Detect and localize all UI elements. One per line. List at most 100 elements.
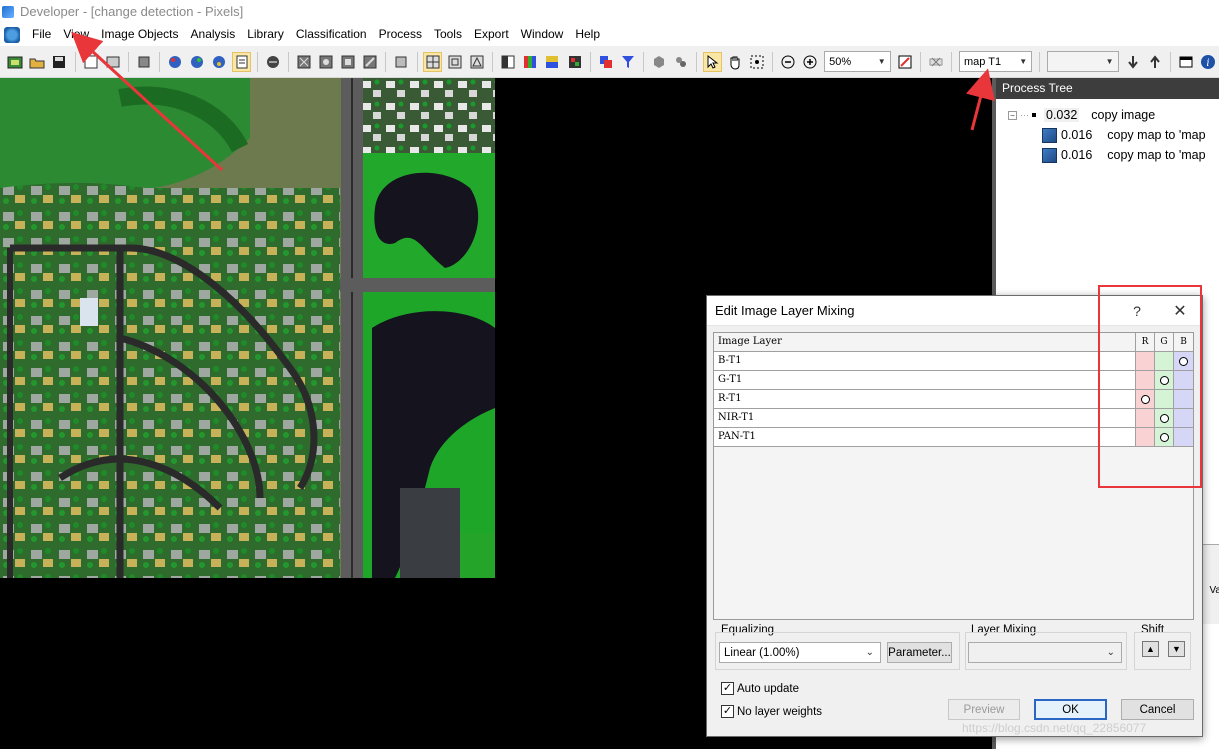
checkmark-icon: ✓ <box>721 705 734 718</box>
polygon-view-icon[interactable] <box>467 52 486 72</box>
view-layer-1-icon[interactable] <box>294 52 313 72</box>
tree-node-child[interactable]: 0.016 copy map to 'map <box>996 145 1219 165</box>
toolbar-separator <box>1039 51 1041 72</box>
arrow-up-icon[interactable] <box>1145 52 1164 72</box>
shift-up-button[interactable]: ▲ <box>1142 641 1159 657</box>
tree-node-time: 0.032 <box>1044 108 1080 122</box>
secondary-select[interactable]: ▼ <box>1047 51 1119 72</box>
tree-node-time: 0.016 <box>1061 148 1093 162</box>
cube-icon[interactable] <box>649 52 668 72</box>
tree-node-child[interactable]: 0.016 copy map to 'map <box>996 125 1219 145</box>
menu-classification[interactable]: Classification <box>290 23 373 46</box>
menu-image-objects[interactable]: Image Objects <box>95 23 184 46</box>
filter-icon[interactable] <box>618 52 637 72</box>
toolbar-separator <box>492 51 494 72</box>
tree-node-label: copy map to 'map <box>1107 148 1206 162</box>
object-view-icon[interactable] <box>445 52 464 72</box>
arrow-down-icon[interactable] <box>1123 52 1142 72</box>
auto-update-label: Auto update <box>737 682 800 695</box>
toolbar-separator <box>127 51 129 72</box>
toolbar: 50% ▼ map T1 ▼ ▼ i <box>0 46 1219 78</box>
tree-node-label: copy map to 'map <box>1107 128 1206 142</box>
swatch-icon[interactable] <box>596 52 615 72</box>
layer-name: G-T1 <box>714 371 1136 389</box>
new-image-icon[interactable] <box>81 52 100 72</box>
window-icon[interactable] <box>1176 52 1195 72</box>
pixel-view-icon[interactable] <box>423 51 443 72</box>
toolbar-separator <box>385 51 387 72</box>
zoom-out-icon[interactable] <box>778 52 797 72</box>
save-project-icon[interactable] <box>50 52 69 72</box>
single-layer-icon[interactable] <box>499 52 518 72</box>
cluster-icon[interactable] <box>672 52 691 72</box>
tree-node-root[interactable]: − ··· 0.032 copy image <box>996 105 1219 125</box>
classify-1-icon[interactable] <box>165 52 184 72</box>
view-layer-3-icon[interactable] <box>339 52 358 72</box>
satellite-image <box>0 78 495 578</box>
svg-text:i: i <box>1206 58 1209 69</box>
layer-name: PAN-T1 <box>714 428 1136 446</box>
layer-name: R-T1 <box>714 390 1136 408</box>
toolbar-separator <box>643 51 644 72</box>
map-select-value: map T1 <box>963 55 1002 68</box>
zoom-area-icon[interactable] <box>747 52 766 72</box>
view-layer-2-icon[interactable] <box>316 52 335 72</box>
object-info-icon[interactable] <box>231 51 252 72</box>
menu-analysis[interactable]: Analysis <box>185 23 242 46</box>
annotation-highlight-box <box>1098 285 1202 488</box>
equalizing-select[interactable]: Linear (1.00%) ⌄ <box>719 642 881 663</box>
toolbar-separator <box>74 51 76 72</box>
system-menu-icon[interactable] <box>4 26 20 43</box>
toolbar-separator <box>589 51 591 72</box>
shift-down-button[interactable]: ▼ <box>1168 641 1185 657</box>
info-icon[interactable]: i <box>1198 52 1217 72</box>
menu-export[interactable]: Export <box>468 23 515 46</box>
toolbar-separator <box>951 51 952 72</box>
menu-file[interactable]: File <box>26 23 57 46</box>
delete-map-icon[interactable] <box>926 52 945 72</box>
checkmark-icon: ✓ <box>721 682 734 695</box>
image-layer-mixing-icon[interactable] <box>565 52 584 72</box>
zoom-select[interactable]: 50% ▼ <box>824 51 891 72</box>
open-project-icon[interactable] <box>28 52 47 72</box>
outline-icon[interactable] <box>392 52 411 72</box>
zoom-in-icon[interactable] <box>801 52 820 72</box>
cancel-button[interactable]: Cancel <box>1121 699 1194 720</box>
ok-button[interactable]: OK <box>1034 699 1107 720</box>
layer-mixing-select[interactable]: ⌄ <box>968 642 1122 663</box>
menu-view[interactable]: View <box>57 23 95 46</box>
new-project-icon[interactable] <box>6 52 25 72</box>
preview-button[interactable]: Preview <box>948 699 1020 720</box>
auto-update-checkbox[interactable]: ✓ Auto update <box>721 682 799 695</box>
collapse-icon[interactable]: − <box>1008 110 1017 120</box>
view-layer-4-icon[interactable] <box>361 52 380 72</box>
open-image-icon[interactable] <box>103 52 122 72</box>
menu-window[interactable]: Window <box>515 23 570 46</box>
menu-library[interactable]: Library <box>241 23 290 46</box>
zoom-to-window-icon[interactable] <box>895 52 914 72</box>
app-icon <box>2 5 14 18</box>
classify-2-icon[interactable] <box>188 52 207 72</box>
globe-icon[interactable] <box>263 52 282 72</box>
window-title: Developer - [change detection - Pixels] <box>20 4 244 19</box>
thematic-layer-icon[interactable] <box>543 52 562 72</box>
parameter-button[interactable]: Parameter... <box>887 642 952 663</box>
layers-icon[interactable] <box>134 52 153 72</box>
map-select[interactable]: map T1 ▼ <box>958 51 1033 72</box>
pan-hand-icon[interactable] <box>725 52 744 72</box>
toolbar-separator <box>416 51 418 72</box>
menu-help[interactable]: Help <box>569 23 606 46</box>
no-layer-weights-checkbox[interactable]: ✓ No layer weights <box>721 705 822 718</box>
rgb-mix-icon[interactable] <box>521 52 540 72</box>
chevron-down-icon: ⌄ <box>1106 647 1115 658</box>
menu-tools[interactable]: Tools <box>428 23 468 46</box>
menu-process[interactable]: Process <box>373 23 428 46</box>
tree-connector: ··· <box>1020 110 1029 120</box>
classify-3-icon[interactable] <box>210 52 229 72</box>
toolbar-separator <box>1169 51 1171 72</box>
tree-node-time: 0.016 <box>1061 128 1093 142</box>
triangle-up-icon: ▲ <box>1146 644 1155 654</box>
bullet-icon <box>1032 113 1036 117</box>
pointer-icon[interactable] <box>702 51 723 72</box>
process-tree: − ··· 0.032 copy image 0.016 copy map to… <box>996 99 1219 165</box>
